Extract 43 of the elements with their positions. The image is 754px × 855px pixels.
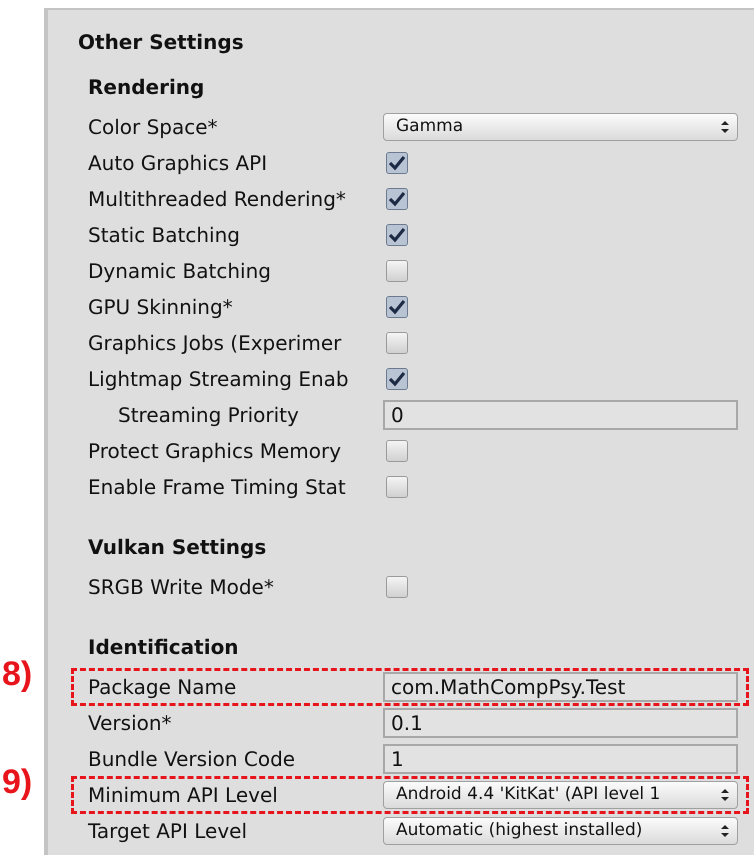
dropdown[interactable]: Automatic (highest installed) [383,817,738,845]
field-label: Static Batching [88,222,241,249]
field-label: Streaming Priority [117,402,300,429]
section-heading: Rendering [88,74,206,101]
dropdown-arrows-icon [721,121,729,133]
input-field[interactable]: 0 [383,400,738,430]
field-label: Enable Frame Timing Stat [88,474,347,501]
dropdown-arrows-icon [721,825,729,837]
checkbox[interactable] [386,224,408,246]
input-field[interactable]: 0.1 [383,708,738,738]
dropdown-arrows-icon [721,789,729,801]
field-label: Dynamic Batching [88,258,272,285]
section-heading: Identification [88,634,240,661]
field-label: Protect Graphics Memory [88,438,342,465]
field-label: Version* [88,710,173,737]
field-label: Minimum API Level [88,782,279,809]
dropdown[interactable]: Gamma [383,113,738,141]
checkbox[interactable] [386,152,408,174]
checkbox[interactable] [386,188,408,210]
field-label: Graphics Jobs (Experimer [88,330,342,357]
field-label: GPU Skinning* [88,294,234,321]
checkbox[interactable] [386,576,408,598]
field-label: Color Space* [88,114,219,141]
panel-title: Other Settings [78,29,245,56]
field-label: Auto Graphics API [88,150,268,177]
field-label: Target API Level [88,818,248,845]
checkbox[interactable] [386,368,408,390]
checkbox[interactable] [386,332,408,354]
field-label: Lightmap Streaming Enab [88,366,350,393]
input-field[interactable]: com.MathCompPsy.Test [383,672,738,702]
callout-number: 8) [2,654,32,695]
field-label: SRGB Write Mode* [88,574,275,601]
field-label: Multithreaded Rendering* [88,186,347,213]
section-heading: Vulkan Settings [88,534,268,561]
dropdown[interactable]: Android 4.4 'KitKat' (API level 1 [383,781,738,809]
callout-number: 9) [2,762,32,803]
field-label: Bundle Version Code [88,746,296,773]
input-field[interactable]: 1 [383,744,738,774]
field-label: Package Name [88,674,238,701]
checkbox[interactable] [386,296,408,318]
checkbox[interactable] [386,440,408,462]
checkbox[interactable] [386,476,408,498]
checkbox[interactable] [386,260,408,282]
